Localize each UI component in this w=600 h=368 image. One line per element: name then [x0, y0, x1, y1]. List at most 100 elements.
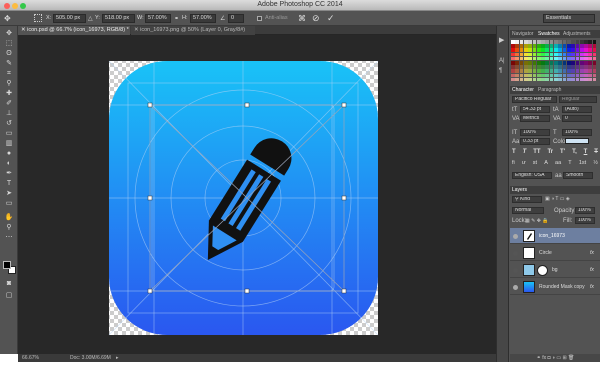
- color-swatch[interactable]: [532, 40, 537, 44]
- fractions-button[interactable]: ½: [593, 160, 598, 168]
- layer-filter-icons[interactable]: ▣ ◑ T ▭ ◈: [545, 196, 570, 202]
- play-icon[interactable]: ▶: [499, 36, 504, 44]
- color-swatch[interactable]: [592, 52, 597, 57]
- text-color-swatch[interactable]: [565, 138, 589, 144]
- color-swatch[interactable]: [571, 44, 575, 48]
- color-swatch[interactable]: [571, 65, 575, 69]
- color-swatch[interactable]: [515, 40, 520, 44]
- color-swatch[interactable]: [579, 40, 584, 44]
- color-swatch[interactable]: [541, 69, 545, 74]
- history-brush-tool-icon[interactable]: ↺: [4, 120, 14, 128]
- width-scale-field[interactable]: 57.00%: [145, 14, 171, 23]
- color-swatch[interactable]: [584, 52, 588, 57]
- color-swatch[interactable]: [515, 65, 520, 69]
- color-swatch[interactable]: [519, 56, 524, 61]
- color-swatch[interactable]: [571, 61, 575, 65]
- relative-position-icon[interactable]: △: [88, 15, 93, 22]
- color-swatch[interactable]: [541, 56, 545, 61]
- ordinals-button[interactable]: 1st: [579, 160, 586, 168]
- color-swatch[interactable]: [545, 56, 550, 61]
- color-swatch[interactable]: [592, 40, 597, 44]
- color-swatch[interactable]: [511, 44, 515, 48]
- color-swatch[interactable]: [558, 56, 563, 61]
- color-swatch[interactable]: [566, 48, 571, 53]
- color-swatch[interactable]: [549, 65, 554, 69]
- color-swatch[interactable]: [519, 65, 524, 69]
- tab-paragraph[interactable]: Paragraph: [538, 86, 561, 94]
- color-swatch[interactable]: [579, 56, 584, 61]
- layer-row[interactable]: bg fx: [510, 262, 600, 278]
- x-position-field[interactable]: 505.00 px: [53, 14, 86, 23]
- color-swatch[interactable]: [523, 48, 528, 53]
- color-swatch[interactable]: [549, 69, 554, 74]
- color-swatch[interactable]: [592, 73, 597, 78]
- color-swatch[interactable]: [562, 44, 567, 48]
- color-swatch[interactable]: [528, 52, 532, 57]
- color-swatch[interactable]: [554, 77, 558, 82]
- faux-bold-button[interactable]: T: [512, 149, 516, 157]
- color-swatch[interactable]: [584, 61, 588, 65]
- color-swatch[interactable]: [532, 44, 537, 48]
- color-swatch[interactable]: [541, 73, 545, 78]
- color-swatch[interactable]: [528, 40, 532, 44]
- color-swatch[interactable]: [562, 61, 567, 65]
- brush-tool-icon[interactable]: ✐: [4, 100, 14, 108]
- color-swatch[interactable]: [528, 44, 532, 48]
- color-swatch[interactable]: [566, 65, 571, 69]
- color-swatch[interactable]: [554, 40, 558, 44]
- eyedropper-tool-icon[interactable]: ⚲: [4, 80, 14, 88]
- ligatures-button[interactable]: fi: [512, 160, 515, 168]
- contextual-button[interactable]: T: [568, 160, 571, 168]
- color-swatch[interactable]: [575, 52, 580, 57]
- color-swatch[interactable]: [536, 65, 541, 69]
- tab-icon-png[interactable]: ✕ icon_16973.png @ 50% (Layer 0, Gray/8#…: [131, 26, 255, 35]
- color-swatch[interactable]: [575, 65, 580, 69]
- color-swatch[interactable]: [528, 69, 532, 74]
- color-swatch[interactable]: [515, 61, 520, 65]
- superscript-button[interactable]: T': [560, 149, 565, 157]
- font-style-dropdown[interactable]: Regular: [559, 96, 597, 103]
- character-panel-icon[interactable]: A|: [499, 58, 505, 64]
- color-swatch[interactable]: [588, 69, 593, 74]
- path-select-tool-icon[interactable]: ➤: [4, 190, 14, 198]
- underline-button[interactable]: T: [584, 149, 588, 157]
- color-swatch[interactable]: [545, 73, 550, 78]
- old-style-button[interactable]: ư: [522, 160, 526, 168]
- color-swatch[interactable]: [549, 77, 554, 82]
- subscript-button[interactable]: T,: [572, 149, 577, 157]
- color-swatch[interactable]: [562, 52, 567, 57]
- color-swatch[interactable]: [519, 40, 524, 44]
- color-swatch[interactable]: [571, 48, 575, 53]
- lock-icons[interactable]: ▦ ✎ ✥ 🔒: [525, 218, 549, 224]
- color-swatch[interactable]: [532, 69, 537, 74]
- clone-stamp-tool-icon[interactable]: ⊥: [4, 110, 14, 118]
- color-swatch[interactable]: [541, 65, 545, 69]
- color-swatch[interactable]: [536, 48, 541, 53]
- color-swatch[interactable]: [588, 52, 593, 57]
- color-swatch[interactable]: [549, 52, 554, 57]
- color-swatch[interactable]: [532, 56, 537, 61]
- color-swatch[interactable]: [532, 48, 537, 53]
- height-scale-field[interactable]: 57.00%: [190, 14, 216, 23]
- color-swatch[interactable]: [528, 77, 532, 82]
- color-swatch[interactable]: [532, 73, 537, 78]
- font-size-field[interactable]: 54.33 pt: [520, 106, 550, 113]
- color-swatch[interactable]: [571, 52, 575, 57]
- layer-filter-dropdown[interactable]: ⚲ Kind: [512, 196, 542, 203]
- color-swatch[interactable]: [575, 69, 580, 74]
- color-swatch[interactable]: [523, 61, 528, 65]
- color-swatch[interactable]: [549, 40, 554, 44]
- color-swatch[interactable]: [541, 52, 545, 57]
- antialias-checkbox[interactable]: [257, 16, 262, 21]
- document-canvas[interactable]: [18, 35, 496, 354]
- quick-select-tool-icon[interactable]: ✎: [4, 60, 14, 68]
- color-swatch[interactable]: [584, 65, 588, 69]
- color-swatch[interactable]: [519, 52, 524, 57]
- reference-point-icon[interactable]: [34, 14, 42, 22]
- color-swatch[interactable]: [549, 61, 554, 65]
- color-swatch[interactable]: [536, 77, 541, 82]
- warp-mode-icon[interactable]: ⌘: [298, 14, 306, 23]
- color-swatch[interactable]: [579, 65, 584, 69]
- zoom-level[interactable]: 66.67%: [22, 354, 39, 362]
- color-swatch[interactable]: [545, 48, 550, 53]
